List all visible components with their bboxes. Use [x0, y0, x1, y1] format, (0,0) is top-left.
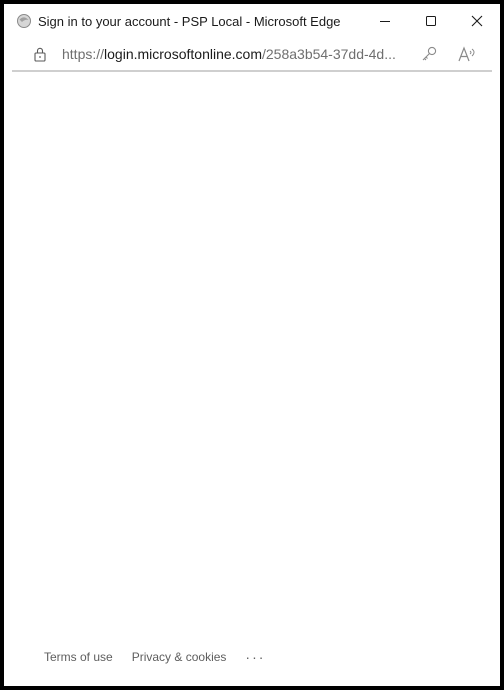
minimize-button[interactable]	[362, 4, 408, 38]
maximize-icon	[426, 16, 436, 26]
url-host: login.microsoftonline.com	[104, 46, 262, 62]
more-options-button[interactable]: ···	[245, 650, 265, 664]
read-aloud-icon[interactable]	[456, 43, 478, 65]
lock-icon[interactable]	[32, 46, 48, 62]
minimize-icon	[380, 21, 390, 22]
key-icon[interactable]	[418, 43, 440, 65]
url-scheme: https://	[62, 46, 105, 62]
page-content: Terms of use Privacy & cookies ···	[4, 72, 500, 686]
window-title: Sign in to your account - PSP Local - Mi…	[38, 13, 341, 29]
maximize-button[interactable]	[408, 4, 454, 38]
footer: Terms of use Privacy & cookies ···	[44, 650, 265, 664]
privacy-cookies-link[interactable]: Privacy & cookies	[132, 650, 227, 664]
close-icon	[471, 15, 483, 27]
url-text[interactable]: https://login.microsoftonline.com/258a3b…	[62, 46, 408, 62]
browser-window: Sign in to your account - PSP Local - Mi…	[0, 0, 504, 690]
title-bar[interactable]: Sign in to your account - PSP Local - Mi…	[4, 4, 500, 38]
address-bar[interactable]: https://login.microsoftonline.com/258a3b…	[12, 38, 492, 72]
edge-icon	[16, 13, 32, 29]
terms-of-use-link[interactable]: Terms of use	[44, 650, 113, 664]
close-button[interactable]	[454, 4, 500, 38]
url-path: /258a3b54-37dd-4d...	[262, 46, 396, 62]
